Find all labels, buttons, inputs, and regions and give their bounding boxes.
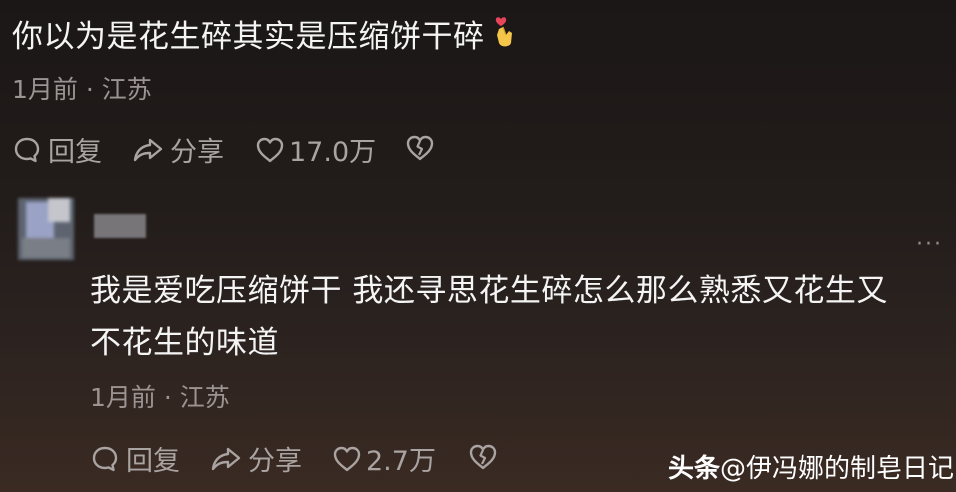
reply-icon (92, 446, 118, 471)
heart-icon (256, 137, 284, 162)
more-options-button[interactable]: ··· (916, 232, 943, 257)
share-icon (133, 138, 163, 161)
comment1-like-button[interactable]: 17.0万 (255, 130, 376, 169)
broken-heart-icon (469, 444, 497, 470)
comment2-text-line1: 我是爱吃压缩饼干 我还寻思花生碎怎么那么熟悉又花生又 (90, 273, 888, 309)
comment1-share-label: 分享 (170, 137, 224, 168)
comment2-location: 江苏 (179, 383, 230, 412)
broken-heart-icon (406, 135, 434, 161)
comment2-like-count: 2.7万 (366, 446, 436, 477)
comment2-text-line2: 不花生的味道 (90, 325, 279, 361)
comment2-reply-button[interactable]: 回复 (90, 439, 180, 478)
comment1-location: 江苏 (101, 75, 152, 104)
hand-heart-icon (491, 15, 517, 62)
comment1-like-count: 17.0万 (289, 137, 377, 168)
comment2-meta: 1月前 · 江苏 (90, 378, 230, 414)
comment1-text: 你以为是花生碎其实是压缩饼干碎 (12, 19, 485, 55)
comment2-share-label: 分享 (248, 446, 302, 477)
username-blurred[interactable] (94, 214, 146, 238)
share-icon (211, 447, 241, 470)
comment1-time: 1月前 (12, 75, 78, 104)
comment2-separator: · (163, 383, 172, 412)
comment1-share-button[interactable]: 分享 (132, 130, 224, 169)
avatar[interactable] (18, 198, 74, 260)
comment1-reply-label: 回复 (48, 137, 102, 168)
comment1-reply-button[interactable]: 回复 (12, 130, 102, 169)
comment2-reply-label: 回复 (126, 446, 180, 477)
heart-icon (333, 446, 361, 471)
watermark-brand: 头条 (668, 454, 721, 484)
comment1-dislike-button[interactable] (405, 134, 435, 162)
comment2-dislike-button[interactable] (468, 443, 498, 471)
comment2-share-button[interactable]: 分享 (210, 439, 302, 478)
reply-icon (14, 137, 40, 162)
comment2-like-button[interactable]: 2.7万 (332, 439, 436, 478)
comment1-text-row: 你以为是花生碎其实是压缩饼干碎 (12, 14, 517, 62)
comment2-time: 1月前 (90, 383, 156, 412)
comment1-meta: 1月前 · 江苏 (12, 70, 152, 106)
watermark-handle: @伊冯娜的制皂日记 (720, 454, 955, 484)
watermark: 头条@伊冯娜的制皂日记 (668, 448, 954, 485)
comment1-separator: · (85, 75, 94, 104)
